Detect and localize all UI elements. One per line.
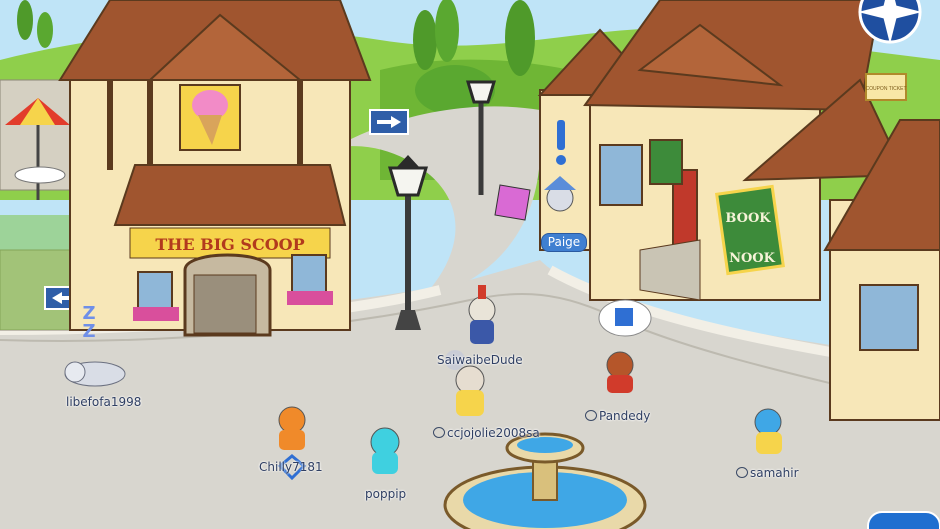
game-scene[interactable]: THE BIG SCOOP BOOK NOOK COUPON TICKET: [0, 0, 940, 529]
player-libefofa1998[interactable]: [64, 361, 126, 387]
player-name-chilly7181[interactable]: Chilly7181: [259, 460, 323, 474]
player-name-saiwaibedude[interactable]: SaiwaibeDude: [437, 353, 523, 367]
player-name-pandedy[interactable]: Pandedy: [585, 409, 650, 423]
chat-bubble-icon: [433, 427, 445, 438]
svg-text:COUPON TICKET: COUPON TICKET: [865, 86, 906, 92]
book-sign-line1: BOOK: [725, 211, 771, 226]
player-name-ccjojolie2008sa[interactable]: ccjojolie2008sa: [433, 426, 540, 440]
book-sign-line2: NOOK: [729, 251, 776, 266]
coupon-ticket-icon[interactable]: COUPON TICKET: [865, 73, 907, 101]
player-name-samahir[interactable]: samahir: [736, 466, 799, 480]
chat-bubble-icon: [585, 410, 597, 421]
player-name-poppip[interactable]: poppip: [365, 487, 406, 501]
player-name-paige[interactable]: Paige: [541, 233, 587, 252]
big-scoop-sign: THE BIG SCOOP: [155, 235, 304, 254]
player-poppip[interactable]: [370, 427, 400, 474]
player-name-libefofa1998[interactable]: libefofa1998: [66, 395, 141, 409]
chat-bubble-icon: [736, 467, 748, 478]
sleep-zz: ZZ: [82, 303, 96, 342]
map-icon[interactable]: [867, 511, 940, 529]
